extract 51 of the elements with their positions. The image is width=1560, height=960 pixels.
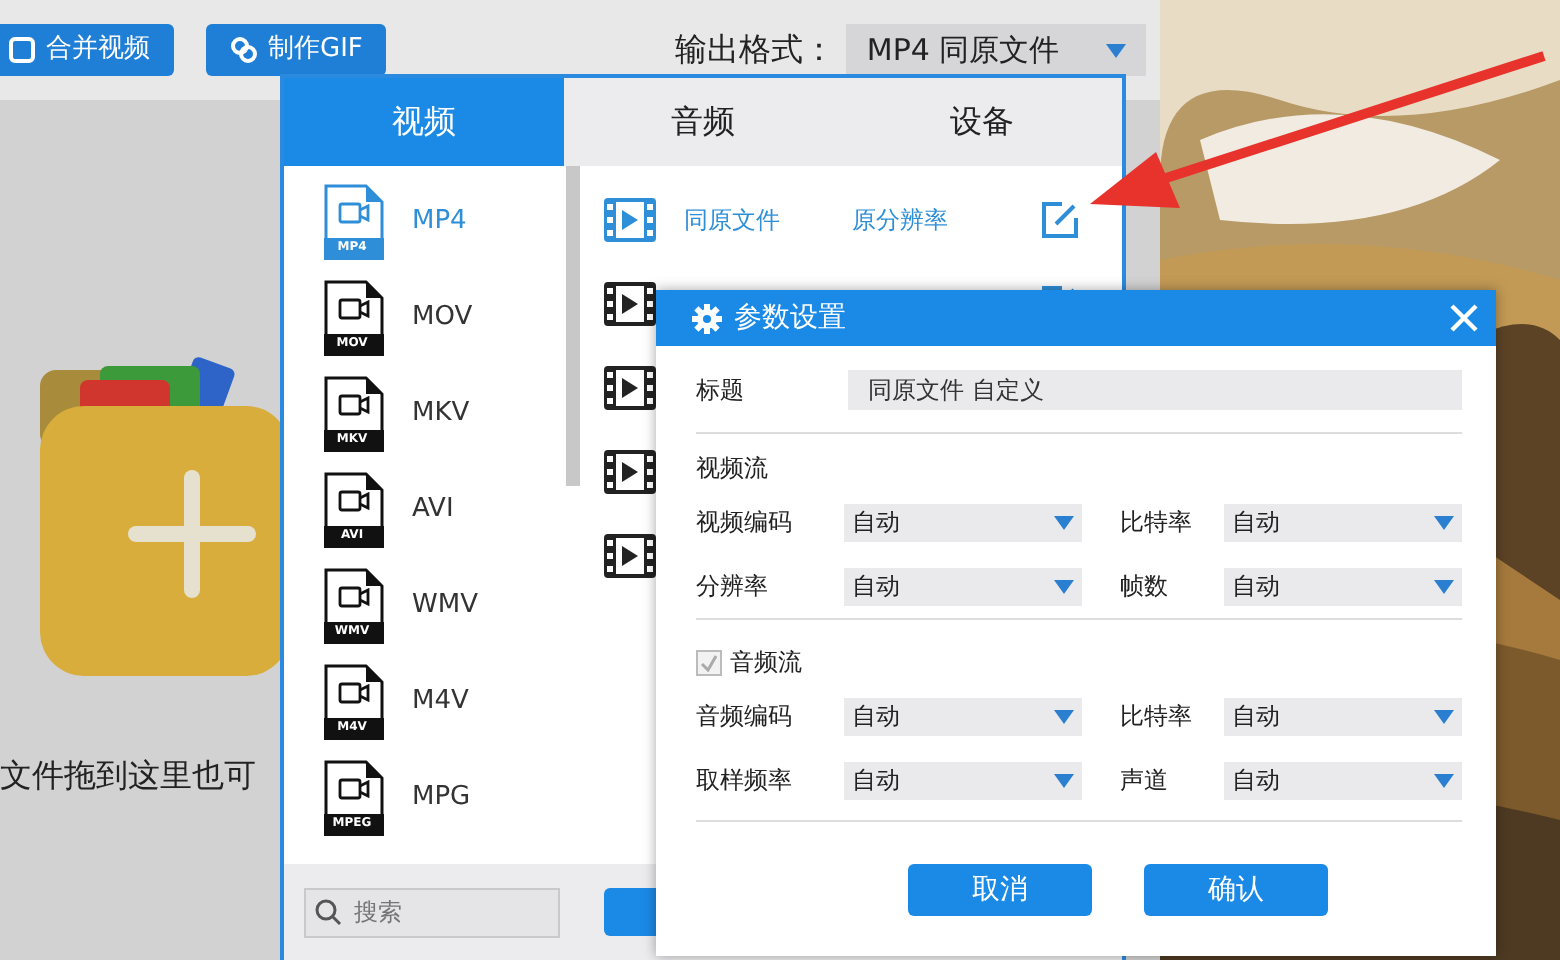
- field-label: 帧数: [1120, 570, 1170, 604]
- dropdown[interactable]: 自动: [1224, 567, 1462, 605]
- output-format-dropdown[interactable]: MP4 同原文件: [846, 24, 1147, 76]
- section-heading: 视频流: [696, 452, 768, 486]
- field-label: 比特率: [1120, 506, 1194, 540]
- caret-icon: [1054, 709, 1074, 723]
- drop-hint-text: 文件拖到这里也可: [0, 754, 256, 798]
- link-icon: [230, 36, 258, 64]
- field-label: 音频编码: [696, 700, 794, 734]
- field-label: 标题: [696, 374, 746, 408]
- caret-icon: [1054, 515, 1074, 529]
- video-file-icon: [324, 184, 384, 260]
- dropdown[interactable]: 自动: [844, 503, 1082, 541]
- field-label: 分辨率: [696, 570, 770, 604]
- gear-icon: [692, 303, 722, 333]
- caret-icon: [1106, 43, 1127, 57]
- make-gif-button[interactable]: 制作GIF: [206, 24, 387, 76]
- search-field[interactable]: 搜索: [304, 887, 560, 937]
- merge-video-button[interactable]: 合并视频: [0, 24, 174, 76]
- cancel-button[interactable]: 取消: [908, 864, 1092, 916]
- video-file-icon: [324, 760, 384, 836]
- preset-name: 同原文件: [684, 204, 782, 238]
- preset-resolution: 原分辨率: [852, 204, 950, 238]
- caret-icon: [1434, 515, 1454, 529]
- caret-icon: [1434, 709, 1454, 723]
- dropdown[interactable]: 自动: [844, 567, 1082, 605]
- category-tab[interactable]: 设备: [842, 78, 1123, 166]
- caret-icon: [1054, 773, 1074, 787]
- scrollbar[interactable]: [566, 166, 580, 486]
- video-file-icon: [324, 376, 384, 452]
- title-field[interactable]: 同原文件 自定义: [848, 370, 1462, 410]
- field-label: 声道: [1120, 764, 1170, 798]
- video-file-icon: [324, 472, 384, 548]
- edit-icon[interactable]: [1040, 200, 1080, 240]
- output-format-label: 输出格式：: [674, 28, 835, 72]
- confirm-button[interactable]: 确认: [1144, 864, 1328, 916]
- video-file-icon: [324, 568, 384, 644]
- close-button[interactable]: [1448, 302, 1480, 334]
- category-tab[interactable]: 音频: [563, 78, 843, 166]
- field-label: 取样频率: [696, 764, 794, 798]
- video-file-icon: [324, 664, 384, 740]
- caret-icon: [1054, 579, 1074, 593]
- square-icon: [8, 36, 36, 64]
- caret-icon: [1434, 579, 1454, 593]
- video-file-icon: [324, 280, 384, 356]
- category-tab[interactable]: 视频: [284, 78, 564, 166]
- field-label: 比特率: [1120, 700, 1194, 734]
- dropdown[interactable]: 自动: [1224, 503, 1462, 541]
- section-heading: 音频流: [730, 646, 802, 680]
- dialog-title: 参数设置: [734, 299, 848, 337]
- field-label: 视频编码: [696, 506, 794, 540]
